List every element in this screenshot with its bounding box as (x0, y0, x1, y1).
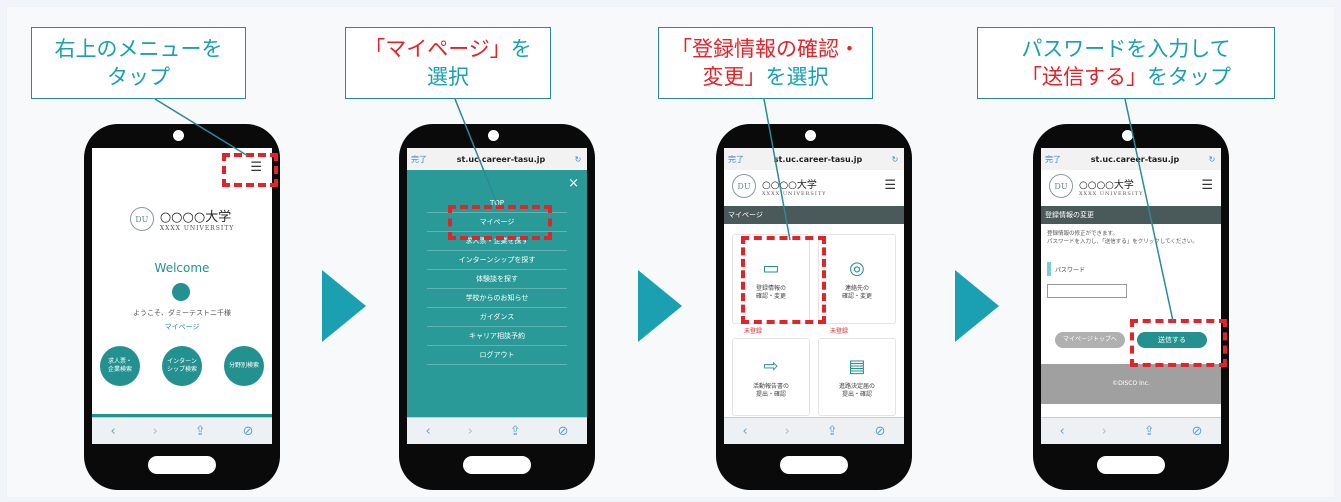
leader-lines (154, 98, 1174, 322)
page-background: 右上のメニューを タップ 「マイページ」を 選択 「登録情報の確認・ 変更」を選… (0, 0, 1341, 502)
